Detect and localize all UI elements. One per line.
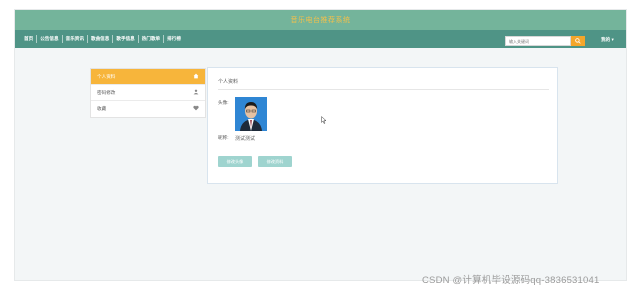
home-icon (193, 73, 199, 81)
nav-rankings[interactable]: 排行榜 (164, 35, 184, 43)
sidebar: 个人资料 密码修改 收藏 (90, 68, 206, 118)
panel-title: 个人资料 (218, 79, 239, 85)
heart-icon (193, 105, 199, 113)
sidebar-item-favorites[interactable]: 收藏 (91, 101, 205, 117)
divider (218, 89, 549, 90)
update-avatar-button[interactable]: 修改头像 (218, 156, 252, 167)
update-info-button[interactable]: 修改资料 (258, 156, 292, 167)
nav-announcements[interactable]: 公告信息 (37, 35, 63, 43)
nav-hot-playlists[interactable]: 热门歌单 (139, 35, 165, 43)
watermark: CSDN @计算机毕设源码qq-3836531041 (422, 275, 600, 286)
avatar[interactable] (235, 97, 267, 131)
nickname-value: 测试测试 (235, 136, 256, 142)
user-icon (193, 89, 199, 97)
search-input[interactable] (505, 36, 571, 46)
site-header: 音乐电台推荐系统 (15, 10, 626, 30)
search-icon (575, 38, 581, 44)
sidebar-item-label: 收藏 (97, 106, 107, 111)
site-title: 音乐电台推荐系统 (290, 17, 351, 24)
nickname-label: 昵称: (218, 135, 229, 140)
nav-singers[interactable]: 歌手信息 (113, 35, 139, 43)
avatar-label: 头像: (218, 100, 229, 105)
app-window: 音乐电台推荐系统 首页 公告信息 音乐资讯 歌曲信息 歌手信息 热门歌单 排行榜… (14, 9, 627, 281)
avatar-photo (235, 97, 267, 131)
mouse-cursor-icon (321, 115, 327, 126)
user-menu[interactable]: 我的 ▾ (601, 37, 614, 43)
nav-songs[interactable]: 歌曲信息 (88, 35, 114, 43)
sidebar-item-password[interactable]: 密码修改 (91, 85, 205, 101)
nav-home[interactable]: 首页 (21, 35, 38, 43)
sidebar-item-profile[interactable]: 个人资料 (91, 69, 205, 85)
profile-panel: 个人资料 头像: 昵称: 测试测试 修改头像 修改资料 (207, 67, 558, 184)
nav-music-news[interactable]: 音乐资讯 (63, 35, 88, 43)
sidebar-item-label: 密码修改 (97, 89, 116, 95)
search-button[interactable] (571, 36, 585, 46)
sidebar-item-label: 个人资料 (97, 73, 116, 79)
search-box (505, 36, 585, 46)
